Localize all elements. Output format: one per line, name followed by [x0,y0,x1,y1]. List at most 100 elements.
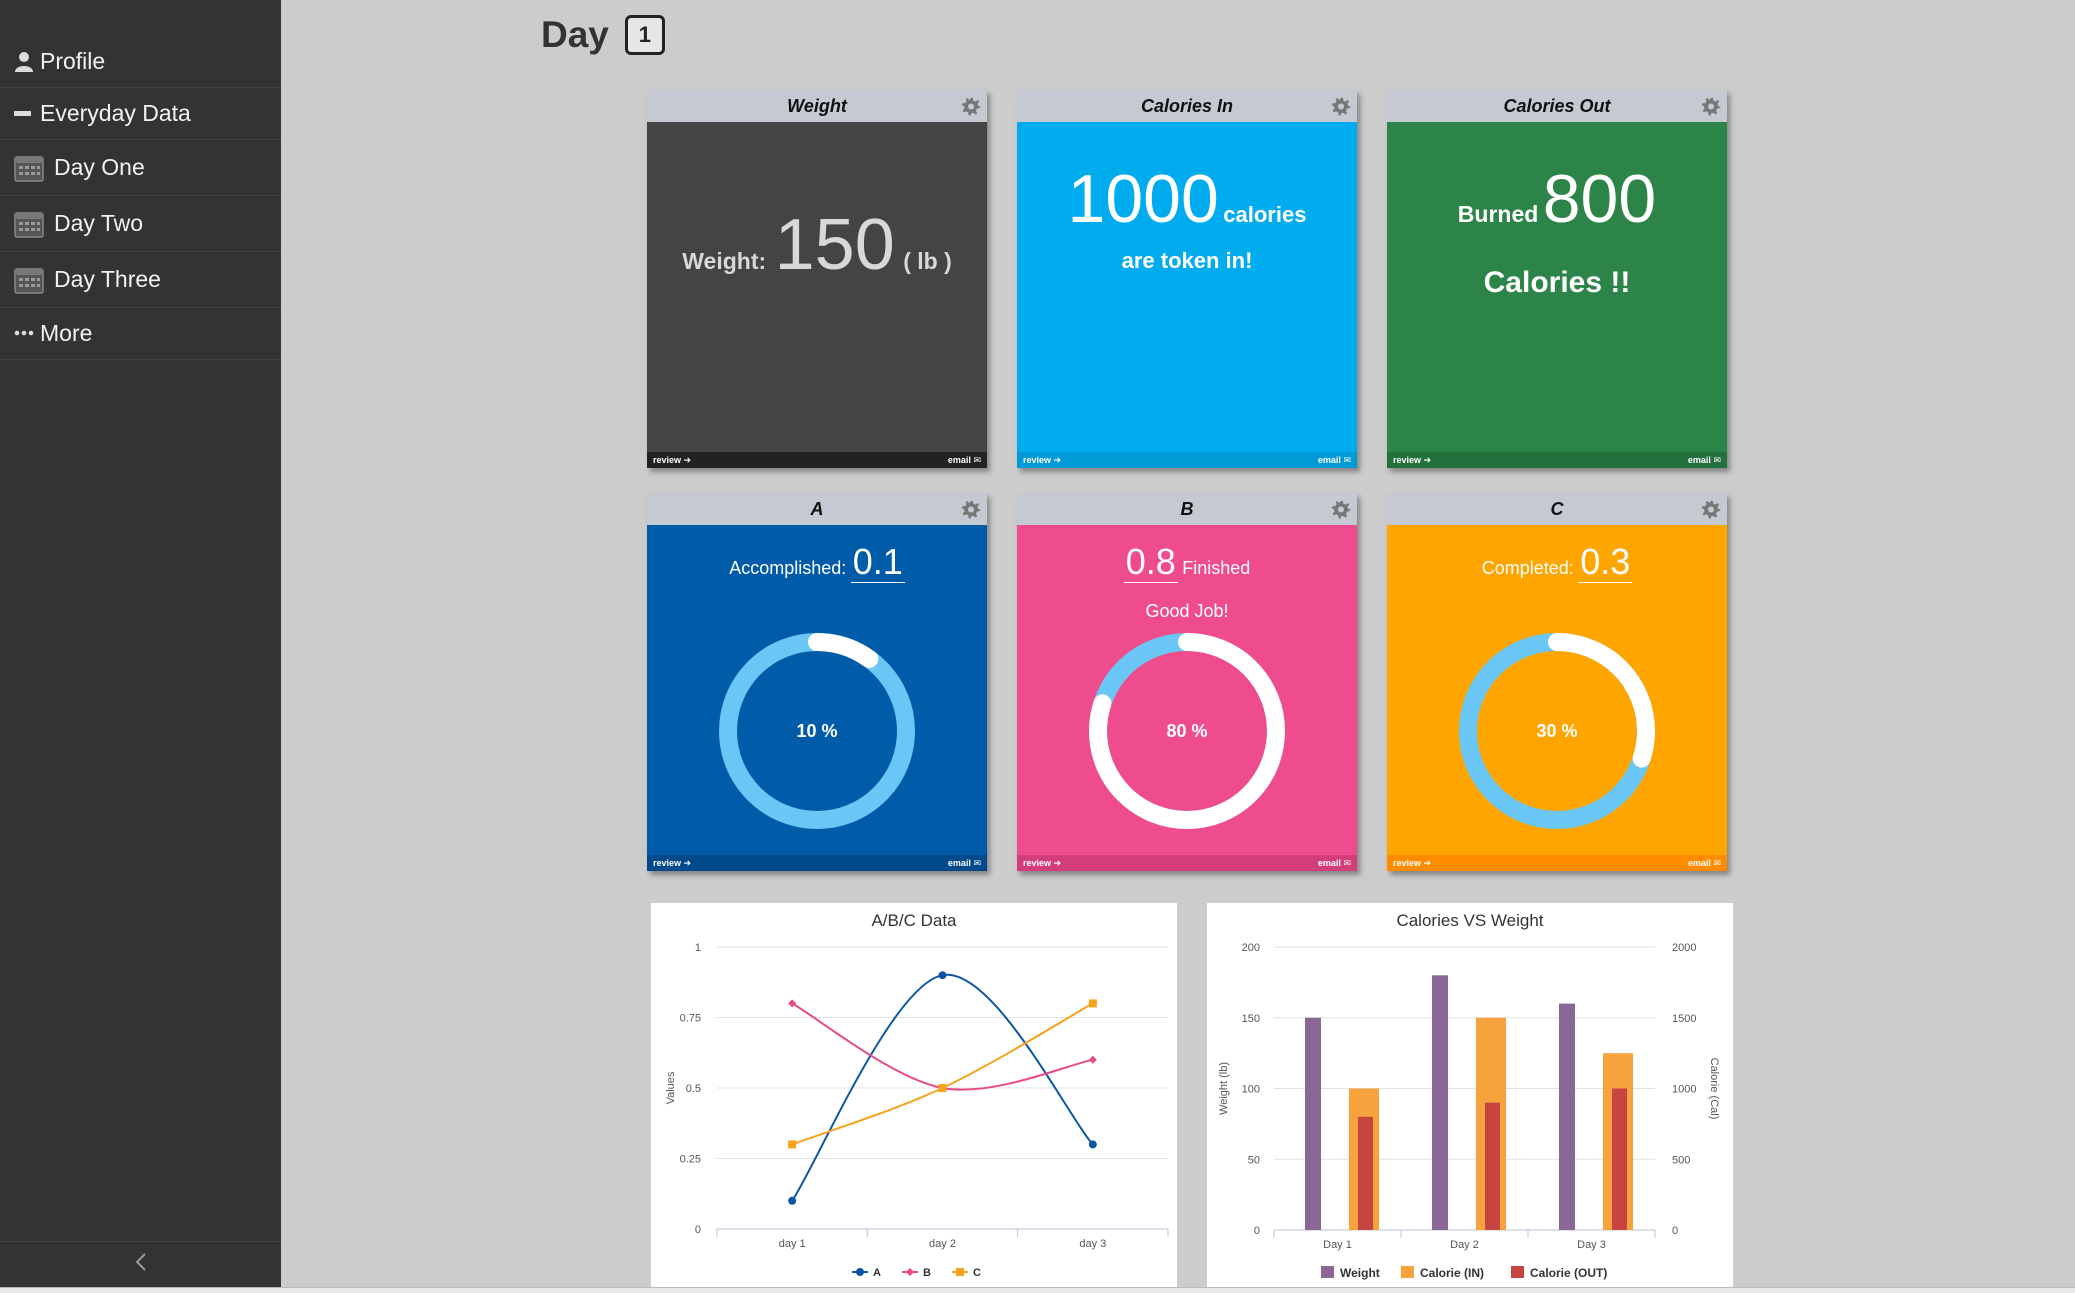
calendar-icon [14,266,46,294]
review-label: review [1023,454,1052,465]
card-title: Calories Out [1503,96,1611,116]
card-footer: review ➔ email ✉ [1387,452,1727,468]
page-title: Day [541,14,609,55]
card-footer: review ➔ email ✉ [647,855,987,871]
sidebar-item-day-three[interactable]: Day Three [0,252,281,308]
legend-label: C [973,1267,981,1279]
chevron-left-icon [134,1252,148,1277]
bar-calorie-out [1612,1088,1627,1230]
email-label: email [947,857,971,868]
y-axis-title: Weight (lb) [1218,1062,1230,1115]
gear-icon[interactable] [961,95,981,116]
email-label: email [947,454,971,465]
gear-icon[interactable] [1331,95,1351,116]
legend-symbol [956,1268,964,1276]
gear-icon[interactable] [1701,498,1721,519]
y-tick-label: 100 [1242,1084,1260,1096]
y-tick-label: 0.5 [686,1083,701,1095]
calories-out-value: 800 [1542,161,1657,237]
sidebar-item-label: Profile [40,48,106,74]
arrow-circle-icon: ➔ [683,454,692,465]
review-link[interactable]: review ➔ [653,858,691,869]
a-card: A Accomplished: 0.1 10 % review ➔ email … [647,493,987,871]
legend-label: Weight [1340,1266,1380,1280]
card-body: Burned 800 Calories !! [1387,122,1727,452]
calories-out-caption: Calories !! [1483,266,1631,299]
card-header: C [1387,493,1727,525]
review-label: review [653,857,682,868]
review-link[interactable]: review ➔ [1023,455,1061,466]
calories-out-prefix: Burned [1457,201,1539,227]
ellipsis-icon [14,330,34,338]
b-card: B 0.8 Finished Good Job! 80 % review ➔ e… [1017,493,1357,871]
b-progress-ring [1089,633,1285,829]
email-label: email [1687,857,1711,868]
card-body: 0.8 Finished Good Job! 80 % [1017,525,1357,855]
email-link[interactable]: email ✉ [1688,455,1721,466]
y2-tick-label: 0 [1672,1225,1678,1237]
arrow-circle-icon: ➔ [683,857,692,868]
weight-value: 150 [774,205,895,285]
page-header: Day 1 [541,14,665,56]
email-link[interactable]: email ✉ [1318,858,1351,869]
data-point [938,971,947,980]
weight-readout: Weight: 150 ( lb ) [647,204,987,286]
y-tick-label: 0 [1254,1225,1260,1237]
y2-tick-label: 2000 [1672,942,1696,954]
calories-in-unit: calories [1223,202,1307,227]
email-link[interactable]: email ✉ [948,455,981,466]
y-tick-label: 50 [1248,1154,1260,1166]
legend-swatch [1321,1266,1334,1278]
calories-weight-bar-chart: Calories VS Weight 0 50 100 150 200 0 500 1000 15… [1207,903,1733,1287]
email-link[interactable]: email ✉ [948,858,981,869]
card-footer: review ➔ email ✉ [1017,452,1357,468]
data-point [1088,999,1097,1008]
card-footer: review ➔ email ✉ [647,452,987,468]
weight-label: Weight: [682,248,767,274]
data-point [1088,1140,1097,1149]
gear-icon[interactable] [1331,498,1351,519]
y-tick-label: 1 [695,942,701,954]
review-link[interactable]: review ➔ [653,455,691,466]
data-point [788,1196,797,1205]
weight-unit: ( lb ) [903,248,952,274]
envelope-icon: ✉ [973,857,981,868]
sidebar: Profile Everyday Data Day One Day Two Da… [0,0,281,1287]
review-label: review [1023,857,1052,868]
calories-in-value: 1000 [1067,161,1219,237]
x-tick-label: Day 2 [1450,1239,1479,1251]
c-progress-ring [1459,633,1655,829]
chart-title: A/B/C Data [871,911,957,930]
sidebar-item-label: Everyday Data [40,100,191,126]
envelope-icon: ✉ [973,454,981,465]
sidebar-item-label: Day Three [54,266,161,292]
card-header: Calories In [1017,90,1357,122]
envelope-icon: ✉ [1343,454,1351,465]
email-link[interactable]: email ✉ [1688,858,1721,869]
review-link[interactable]: review ➔ [1393,455,1431,466]
review-link[interactable]: review ➔ [1393,858,1431,869]
card-title: B [1180,499,1194,519]
sidebar-collapse-button[interactable] [0,1241,281,1287]
sidebar-item-profile[interactable]: Profile [0,36,281,88]
y-axis-title: Values [665,1071,677,1104]
sidebar-item-everyday-data[interactable]: Everyday Data [0,88,281,140]
review-link[interactable]: review ➔ [1023,858,1061,869]
sidebar-item-label: More [40,320,93,346]
calories-in-card: Calories In 1000 calories are token in! … [1017,90,1357,468]
envelope-icon: ✉ [1343,857,1351,868]
calendar-icon [14,154,46,182]
review-label: review [1393,857,1422,868]
b-progress-label: 80 % [1166,721,1208,741]
card-header: Weight [647,90,987,122]
y-tick-label: 0.75 [680,1013,701,1025]
gear-icon[interactable] [961,498,981,519]
email-label: email [1317,454,1341,465]
sidebar-item-day-two[interactable]: Day Two [0,196,281,252]
card-body: Weight: 150 ( lb ) [647,122,987,452]
sidebar-item-more[interactable]: More [0,308,281,360]
calendar-icon [14,210,46,238]
gear-icon[interactable] [1701,95,1721,116]
sidebar-item-day-one[interactable]: Day One [0,140,281,196]
email-link[interactable]: email ✉ [1318,455,1351,466]
